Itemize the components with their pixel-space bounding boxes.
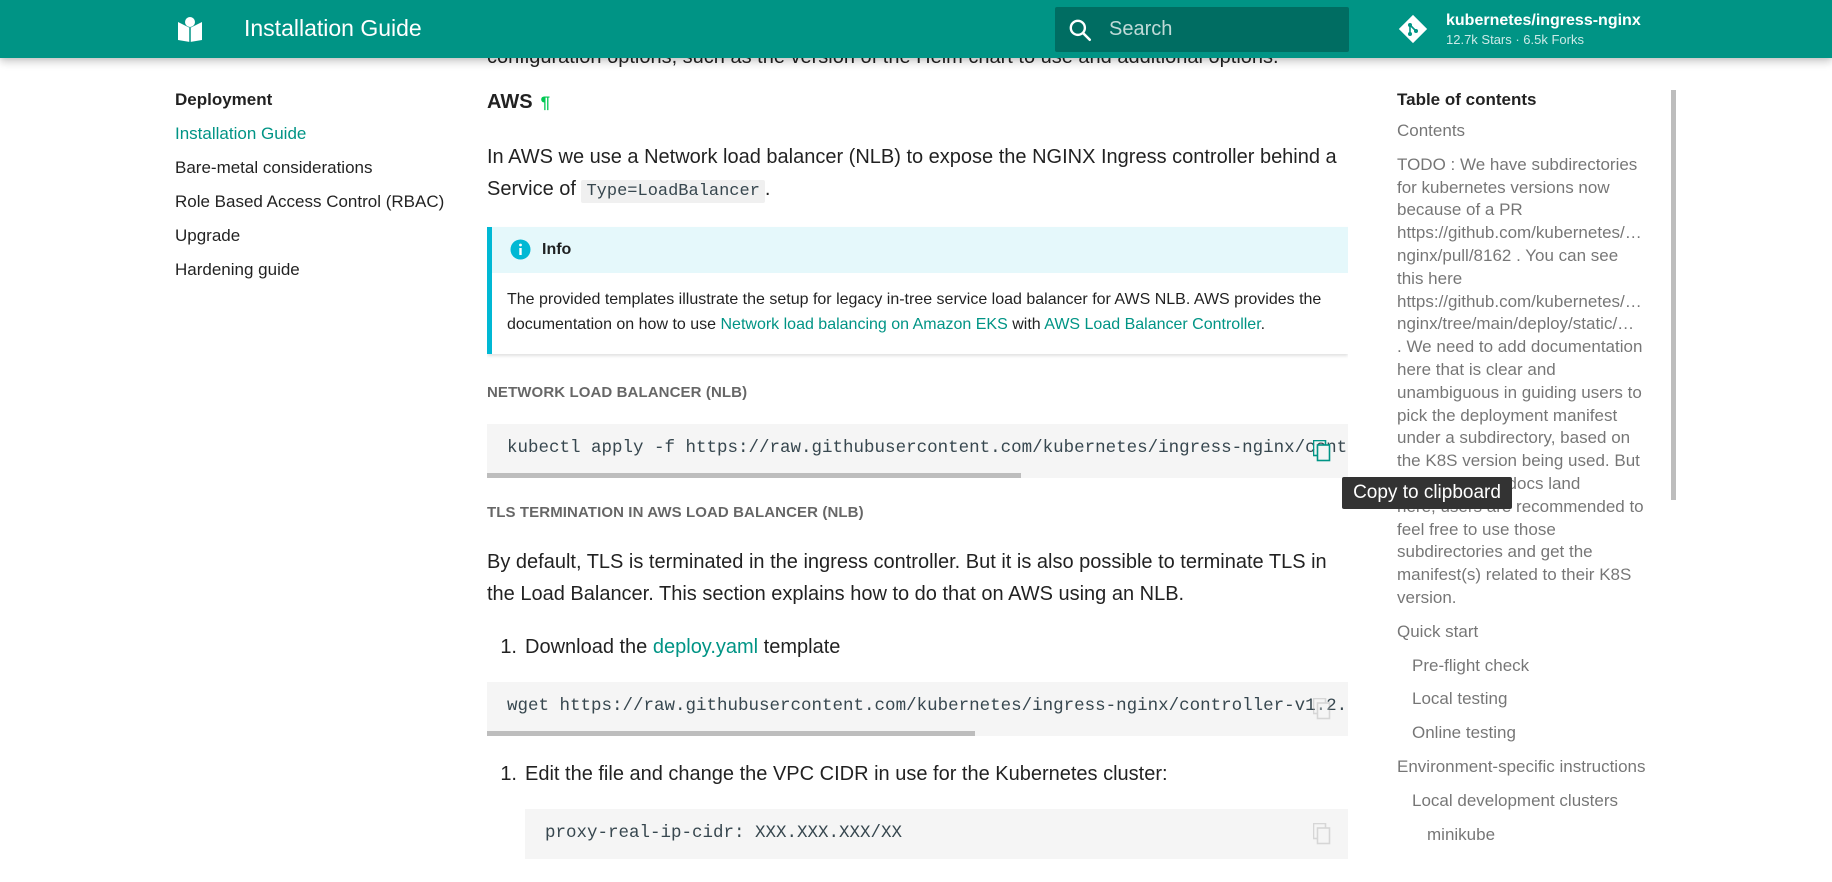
aws-heading-text: AWS [487, 91, 533, 113]
info-admonition: Info The provided templates illustrate t… [487, 227, 1348, 354]
search-input[interactable] [1109, 7, 1339, 52]
toc-todo-line: https://github.com/kubernetes/… [1397, 223, 1642, 243]
wget-code-block[interactable]: wget https://raw.githubusercontent.com/k… [487, 682, 1348, 736]
nav-item-rbac[interactable]: Role Based Access Control (RBAC) [175, 188, 455, 222]
toc-todo-line: here that is clear and [1397, 359, 1556, 379]
step-download: 1. Download the deploy.yaml template [487, 636, 840, 659]
toc-todo-line: this here [1397, 268, 1463, 288]
site-title: Installation Guide [244, 15, 422, 41]
copy-tooltip: Copy to clipboard [1342, 477, 1512, 509]
toc-item[interactable]: Environment-specific instructions [1397, 756, 1657, 779]
tls-paragraph: By default, TLS is terminated in the ing… [487, 546, 1348, 610]
tls-line-2: the Load Balancer. This section explains… [487, 583, 1185, 605]
toc-todo-line: . We need to add documentation [1397, 337, 1643, 357]
nlb-heading: NETWORK LOAD BALANCER (NLB) [487, 384, 748, 401]
code-scrollbar[interactable] [487, 473, 1021, 478]
info-body: The provided templates illustrate the se… [492, 273, 1348, 337]
toc-todo-line: manifest(s) related to their K8S [1397, 565, 1632, 585]
step-edit-vpc: 1. Edit the file and change the VPC CIDR … [487, 763, 1168, 786]
toc-item-todo[interactable]: TODO : We have subdirectories for kuberne… [1397, 154, 1655, 610]
toc-todo-line: TODO : We have subdirectories [1397, 154, 1638, 174]
toc-scrollbar[interactable] [1671, 90, 1676, 500]
info-title: Info [542, 241, 572, 258]
toc-todo-line: https://github.com/kubernetes/… [1397, 291, 1642, 311]
inline-code: Type=LoadBalancer [581, 180, 765, 203]
table-of-contents: Table of contents Contents TODO : We hav… [1397, 86, 1657, 846]
nlb-code-block[interactable]: kubectl apply -f https://raw.githubuserc… [487, 424, 1348, 478]
step-edit-vpc-text: Edit the file and change the VPC CIDR in… [525, 763, 1168, 785]
info-body-mid: with [1007, 316, 1045, 333]
toc-item[interactable]: Local testing [1397, 688, 1657, 711]
nav-item-bare-metal[interactable]: Bare-metal considerations [175, 154, 455, 188]
permalink-icon[interactable]: ¶ [541, 93, 550, 112]
toc-item[interactable]: minikube [1397, 824, 1657, 847]
wget-code: wget https://raw.githubusercontent.com/k… [507, 696, 1348, 716]
aws-heading: AWS ¶ [487, 91, 550, 114]
step-number: 1. [500, 763, 517, 785]
repo-link[interactable]: kubernetes/ingress-nginx 12.7k Stars · 6… [1398, 10, 1641, 50]
toc-item[interactable]: Online testing [1397, 722, 1657, 745]
toc-todo-line: because of a PR [1397, 200, 1523, 220]
toc-title: Table of contents [1397, 90, 1537, 109]
sidebar-nav: Deployment Installation Guide Bare-metal… [175, 86, 455, 290]
nav-item-hardening-guide[interactable]: Hardening guide [175, 256, 455, 290]
previous-paragraph-cut: configuration options, such as the versi… [487, 58, 1279, 69]
toc-todo-line: version. [1397, 587, 1457, 607]
step-download-suffix: template [758, 636, 841, 658]
step-download-text: Download the [525, 636, 653, 658]
site-header: Installation Guide kubernetes/ingress-ng… [0, 0, 1832, 58]
aws-intro-paragraph: In AWS we use a Network load balancer (N… [487, 141, 1348, 208]
main-content: configuration options, such as the versi… [487, 58, 1348, 882]
copy-clipboard-icon[interactable] [1313, 440, 1331, 462]
search-box[interactable] [1055, 7, 1349, 52]
proxy-code-block[interactable]: proxy-real-ip-cidr: XXX.XXX.XXX/XX [525, 809, 1348, 859]
nav-section-title: Deployment [175, 90, 273, 109]
toc-todo-line: unambiguous in guiding users to [1397, 382, 1642, 402]
copy-clipboard-icon[interactable] [1313, 698, 1331, 720]
info-body-suffix: . [1260, 316, 1266, 333]
link-deploy-yaml[interactable]: deploy.yaml [653, 636, 758, 658]
code-scrollbar[interactable] [487, 731, 975, 736]
git-diamond-icon [1398, 14, 1428, 44]
repo-facts: 12.7k Stars · 6.5k Forks [1446, 32, 1584, 47]
tls-heading: TLS TERMINATION IN AWS LOAD BALANCER (NL… [487, 504, 864, 521]
aws-intro-suffix: . [764, 178, 771, 200]
nav-item-installation-guide[interactable]: Installation Guide [175, 120, 455, 154]
proxy-code: proxy-real-ip-cidr: XXX.XXX.XXX/XX [545, 823, 903, 843]
info-icon [510, 239, 531, 260]
toc-todo-line: for kubernetes versions now [1397, 177, 1610, 197]
link-nlb-eks[interactable]: Network load balancing on Amazon EKS [720, 316, 1007, 333]
toc-item[interactable]: Pre-flight check [1397, 655, 1657, 678]
toc-item[interactable]: Quick start [1397, 621, 1657, 644]
repo-name: kubernetes/ingress-nginx [1446, 12, 1641, 29]
toc-todo-line: under a subdirectory, based on [1397, 428, 1631, 448]
nlb-code: kubectl apply -f https://raw.githubuserc… [507, 438, 1348, 458]
toc-item[interactable]: Local development clusters [1397, 790, 1657, 813]
search-icon [1069, 19, 1092, 42]
book-logo-icon[interactable] [176, 16, 204, 42]
link-aws-lb-controller[interactable]: AWS Load Balancer Controller [1044, 316, 1260, 333]
nav-item-upgrade[interactable]: Upgrade [175, 222, 455, 256]
toc-item-contents[interactable]: Contents [1397, 120, 1657, 143]
toc-todo-line: pick the deployment manifest [1397, 405, 1618, 425]
tls-line-1: By default, TLS is terminated in the ing… [487, 551, 1327, 573]
toc-todo-line: subdirectories and get the [1397, 542, 1593, 562]
toc-todo-line: feel free to use those [1397, 519, 1556, 539]
toc-todo-line: the K8S version being used. But [1397, 451, 1640, 471]
toc-items: Quick start Pre-flight check Local testing… [1397, 621, 1657, 847]
step-number: 1. [500, 636, 517, 658]
copy-clipboard-icon[interactable] [1313, 823, 1331, 845]
toc-todo-line: nginx/tree/main/deploy/static/… [1397, 314, 1635, 334]
toc-todo-line: nginx/pull/8162 . You can see [1397, 245, 1619, 265]
info-admonition-header: Info [492, 227, 1348, 273]
